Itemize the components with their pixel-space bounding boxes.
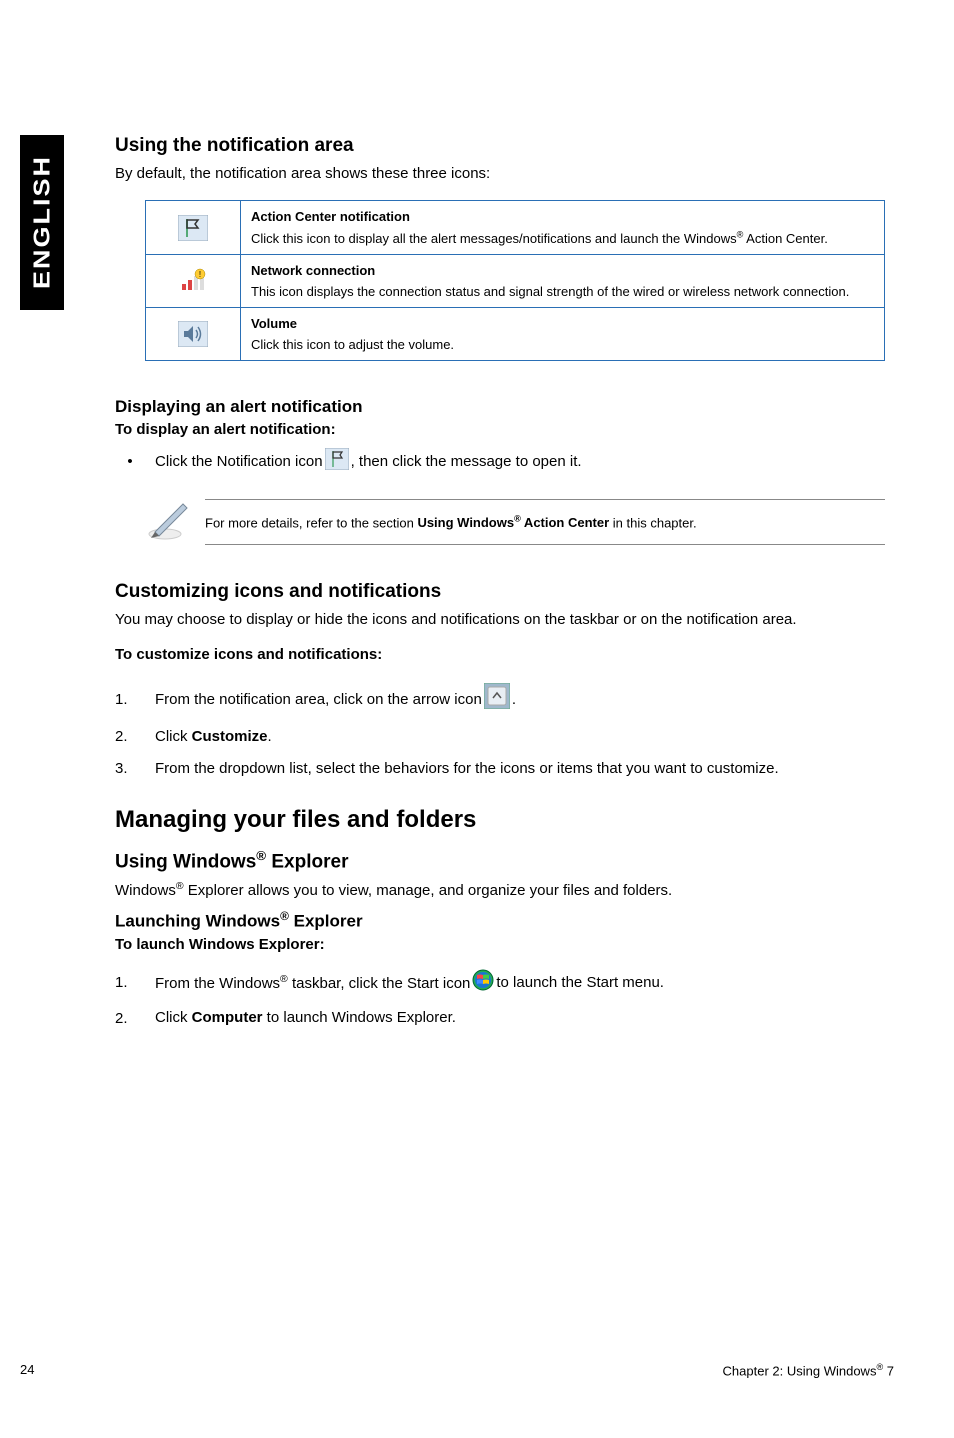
intro-notification-area: By default, the notification area shows … bbox=[115, 163, 905, 184]
language-tab: ENGLISH bbox=[20, 135, 64, 310]
heading-using-explorer: Using Windows® Explorer bbox=[115, 848, 905, 873]
heading-launching-explorer: Launching Windows® Explorer bbox=[115, 909, 905, 932]
svg-text:!: ! bbox=[199, 270, 201, 279]
note-block: For more details, refer to the section U… bbox=[145, 494, 885, 549]
notification-icons-table: Action Center notification Click this ic… bbox=[145, 200, 885, 361]
list-item: 2. Click Computer to launch Windows Expl… bbox=[115, 1007, 905, 1029]
list-number: 1. bbox=[115, 974, 155, 991]
icon-cell-volume bbox=[146, 308, 241, 361]
volume-icon bbox=[178, 321, 208, 347]
row-title: Action Center notification bbox=[251, 209, 874, 224]
bullet-text: Click the Notification icon , then click… bbox=[145, 448, 582, 474]
page-content: Using the notification area By default, … bbox=[115, 135, 905, 1039]
row-desc: This icon displays the connection status… bbox=[251, 284, 849, 299]
language-tab-label: ENGLISH bbox=[29, 155, 55, 289]
list-item: 2. Click Customize. bbox=[115, 726, 905, 748]
list-text: From the notification area, click on the… bbox=[155, 683, 905, 716]
list-item: 1. From the Windows® taskbar, click the … bbox=[115, 969, 905, 998]
page-number: 24 bbox=[20, 1362, 34, 1378]
row-title: Network connection bbox=[251, 263, 874, 278]
list-item: 1. From the notification area, click on … bbox=[115, 683, 905, 716]
icon-cell-network: ! bbox=[146, 255, 241, 308]
flag-icon bbox=[178, 215, 208, 241]
row-desc: Click this icon to display all the alert… bbox=[251, 231, 828, 246]
chapter-label: Chapter 2: Using Windows® 7 bbox=[723, 1362, 894, 1378]
list-number: 1. bbox=[115, 691, 155, 708]
note-text: For more details, refer to the section U… bbox=[205, 499, 885, 545]
table-row: ! Network connection This icon displays … bbox=[146, 255, 885, 308]
bullet-dot: • bbox=[115, 453, 145, 470]
table-row: Action Center notification Click this ic… bbox=[146, 201, 885, 255]
pencil-icon bbox=[145, 494, 205, 549]
cell-action-center: Action Center notification Click this ic… bbox=[241, 201, 885, 255]
sub-display-alert: To display an alert notification: bbox=[115, 421, 905, 438]
list-number: 2. bbox=[115, 1010, 155, 1027]
flag-icon bbox=[325, 448, 349, 474]
icon-cell-action-center bbox=[146, 201, 241, 255]
list-text: Click Customize. bbox=[155, 726, 905, 748]
page-footer: 24 Chapter 2: Using Windows® 7 bbox=[0, 1362, 954, 1378]
sub-launch-explorer: To launch Windows Explorer: bbox=[115, 936, 905, 953]
sub-customize-icons: To customize icons and notifications: bbox=[115, 646, 905, 663]
windows-start-icon bbox=[472, 969, 494, 998]
cell-volume: Volume Click this icon to adjust the vol… bbox=[241, 308, 885, 361]
heading-display-alert: Displaying an alert notification bbox=[115, 397, 905, 417]
list-number: 3. bbox=[115, 760, 155, 777]
list-text: From the dropdown list, select the behav… bbox=[155, 758, 905, 780]
row-desc: Click this icon to adjust the volume. bbox=[251, 337, 454, 352]
row-title: Volume bbox=[251, 316, 874, 331]
heading-notification-area: Using the notification area bbox=[115, 135, 905, 157]
list-item: 3. From the dropdown list, select the be… bbox=[115, 758, 905, 780]
cell-network: Network connection This icon displays th… bbox=[241, 255, 885, 308]
intro-customizing: You may choose to display or hide the ic… bbox=[115, 609, 905, 630]
network-icon: ! bbox=[178, 268, 208, 294]
heading-managing-files: Managing your files and folders bbox=[115, 806, 905, 834]
list-text: From the Windows® taskbar, click the Sta… bbox=[155, 969, 905, 998]
heading-customizing: Customizing icons and notifications bbox=[115, 581, 905, 603]
bullet-click-notification: • Click the Notification icon , then cli… bbox=[115, 448, 905, 474]
arrow-up-icon bbox=[484, 683, 510, 716]
intro-explorer: Windows® Explorer allows you to view, ma… bbox=[115, 879, 905, 901]
list-number: 2. bbox=[115, 728, 155, 745]
list-text: Click Computer to launch Windows Explore… bbox=[155, 1007, 905, 1029]
table-row: Volume Click this icon to adjust the vol… bbox=[146, 308, 885, 361]
